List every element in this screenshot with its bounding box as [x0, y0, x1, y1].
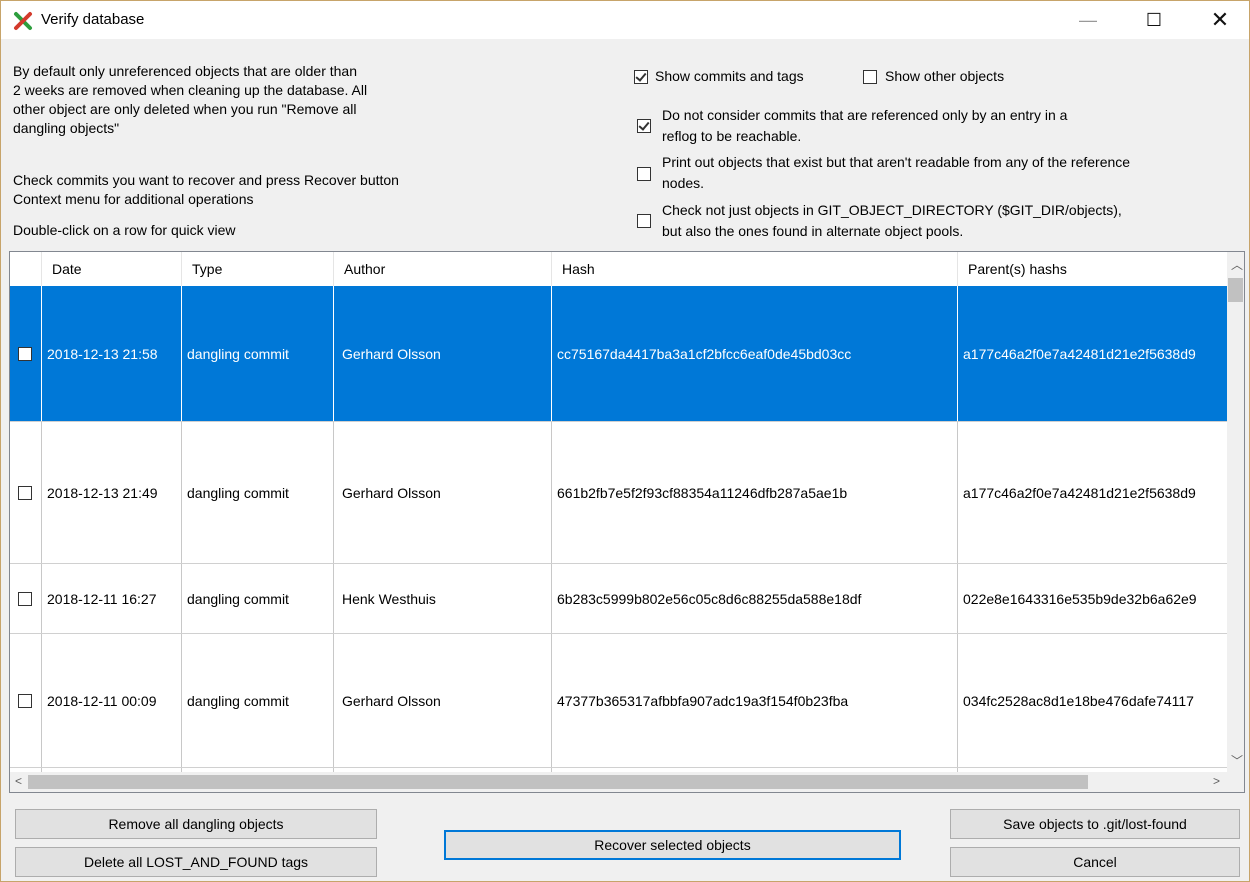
- table-row[interactable]: 2018-12-13 21:58 dangling commit Gerhard…: [10, 286, 1228, 422]
- scroll-up-icon[interactable]: ︿: [1231, 256, 1243, 273]
- grid-header: Date Type Author Hash Parent(s) hashs: [10, 252, 1228, 287]
- row-date: 2018-12-11 16:27: [42, 564, 182, 633]
- info-text-1: By default only unreferenced objects tha…: [13, 63, 357, 79]
- delete-lost-and-found-tags-button[interactable]: Delete all LOST_AND_FOUND tags: [15, 847, 377, 877]
- row-hash: 47377b365317afbbfa907adc19a3f154f0b23fba: [552, 634, 958, 767]
- minimize-icon[interactable]: —: [1065, 1, 1111, 39]
- alternate-pools-checkbox[interactable]: [637, 214, 651, 228]
- info-text-3: other object are only deleted when you r…: [13, 101, 357, 117]
- vertical-scrollbar[interactable]: ︿ ﹀: [1227, 252, 1244, 772]
- print-unreadable-label-2[interactable]: nodes.: [662, 174, 704, 193]
- row-type: dangling commit: [182, 564, 334, 633]
- info-text-4: dangling objects": [13, 120, 120, 136]
- show-commits-label[interactable]: Show commits and tags: [655, 67, 804, 86]
- row-parents: a177c46a2f0e7a42481d21e2f5638d9: [963, 345, 1196, 362]
- header-author[interactable]: Author: [334, 252, 552, 286]
- vertical-scroll-thumb[interactable]: [1228, 278, 1243, 302]
- row-parents: a177c46a2f0e7a42481d21e2f5638d9: [963, 484, 1196, 501]
- header-hash[interactable]: Hash: [552, 252, 958, 286]
- show-other-checkbox[interactable]: [863, 70, 877, 84]
- header-type[interactable]: Type: [182, 252, 334, 286]
- print-unreadable-label-1[interactable]: Print out objects that exist but that ar…: [662, 153, 1130, 172]
- show-other-label[interactable]: Show other objects: [885, 67, 1004, 86]
- no-reflog-label-1[interactable]: Do not consider commits that are referen…: [662, 106, 1067, 125]
- print-unreadable-checkbox[interactable]: [637, 167, 651, 181]
- row-type: dangling commit: [182, 634, 334, 767]
- table-row[interactable]: 2018-12-11 16:27 dangling commit Henk We…: [10, 564, 1228, 634]
- row-author: Henk Westhuis: [334, 564, 552, 633]
- header-checkbox-column[interactable]: [10, 252, 42, 286]
- row-checkbox[interactable]: [18, 485, 32, 500]
- row-author: Gerhard Olsson: [334, 634, 552, 767]
- scroll-left-icon[interactable]: <: [15, 774, 22, 788]
- remove-all-dangling-button[interactable]: Remove all dangling objects: [15, 809, 377, 839]
- header-parents[interactable]: Parent(s) hashs: [958, 252, 1228, 286]
- row-date: 2018-12-11 00:09: [42, 634, 182, 767]
- row-hash: 6b283c5999b802e56c05c8d6c88255da588e18df: [552, 564, 958, 633]
- window-title: Verify database: [41, 11, 145, 28]
- row-date: 2018-12-13 21:58: [42, 286, 182, 421]
- no-reflog-label-2[interactable]: reflog to be reachable.: [662, 127, 801, 146]
- save-to-lost-found-button[interactable]: Save objects to .git/lost-found: [950, 809, 1240, 839]
- scroll-down-icon[interactable]: ﹀: [1231, 752, 1243, 769]
- instruction-text-3: Double-click on a row for quick view: [13, 222, 236, 238]
- table-row[interactable]: 2018-12-13 21:49 dangling commit Gerhard…: [10, 422, 1228, 564]
- row-author: Gerhard Olsson: [334, 422, 552, 563]
- row-parents: 034fc2528ac8d1e18be476dafe74117: [963, 692, 1194, 709]
- scroll-right-icon[interactable]: >: [1213, 774, 1220, 788]
- instruction-text-1: Check commits you want to recover and pr…: [13, 172, 399, 188]
- title-bar[interactable]: Verify database — ☐ ✕: [1, 1, 1249, 39]
- row-type: dangling commit: [182, 422, 334, 563]
- no-reflog-checkbox[interactable]: [637, 119, 651, 133]
- maximize-icon[interactable]: ☐: [1131, 1, 1177, 39]
- cancel-button[interactable]: Cancel: [950, 847, 1240, 877]
- verify-database-window: Verify database — ☐ ✕ By default only un…: [0, 0, 1250, 882]
- header-date[interactable]: Date: [42, 252, 182, 286]
- info-text-2: 2 weeks are removed when cleaning up the…: [13, 82, 368, 98]
- objects-grid[interactable]: Date Type Author Hash Parent(s) hashs 20…: [9, 251, 1245, 793]
- app-icon: [14, 12, 32, 30]
- recover-selected-button[interactable]: Recover selected objects: [444, 830, 901, 860]
- row-hash: 661b2fb7e5f2f93cf88354a11246dfb287a5ae1b: [552, 422, 958, 563]
- alternate-pools-label-2[interactable]: but also the ones found in alternate obj…: [662, 222, 963, 241]
- row-hash: cc75167da4417ba3a1cf2bfcc6eaf0de45bd03cc: [552, 286, 958, 421]
- row-parents: 022e8e1643316e535b9de32b6a62e9: [963, 590, 1197, 607]
- row-type: dangling commit: [182, 286, 334, 421]
- row-checkbox[interactable]: [18, 693, 32, 708]
- horizontal-scroll-thumb[interactable]: [28, 775, 1088, 789]
- instruction-text-2: Context menu for additional operations: [13, 191, 254, 207]
- row-checkbox[interactable]: [18, 346, 32, 361]
- horizontal-scrollbar[interactable]: < >: [10, 772, 1244, 792]
- table-row[interactable]: 2018-12-11 00:09 dangling commit Gerhard…: [10, 634, 1228, 768]
- row-checkbox[interactable]: [18, 591, 32, 606]
- show-commits-checkbox[interactable]: [634, 70, 648, 84]
- alternate-pools-label-1[interactable]: Check not just objects in GIT_OBJECT_DIR…: [662, 201, 1122, 220]
- row-author: Gerhard Olsson: [334, 286, 552, 421]
- row-date: 2018-12-13 21:49: [42, 422, 182, 563]
- close-icon[interactable]: ✕: [1197, 1, 1243, 39]
